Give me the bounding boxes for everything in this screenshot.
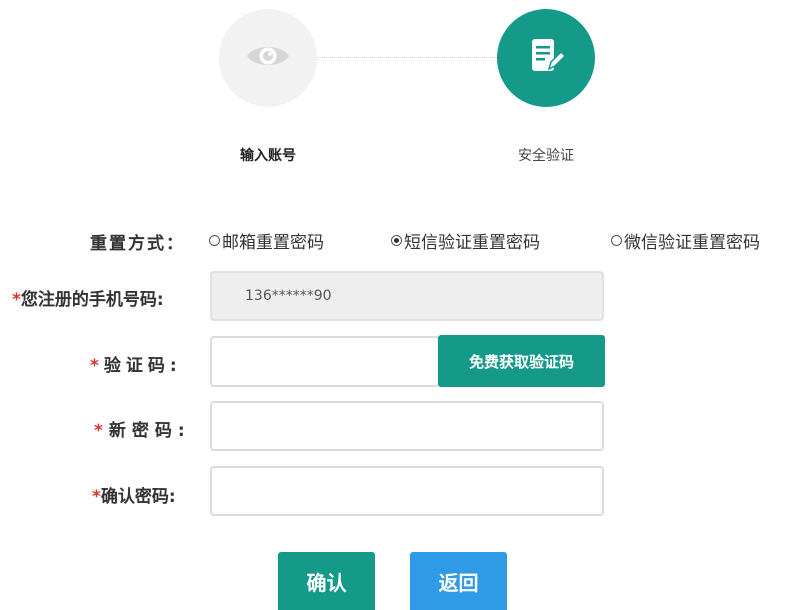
step-2-circle	[497, 9, 595, 107]
required-mark: *	[90, 356, 104, 376]
radio-checked-icon	[391, 235, 402, 246]
radio-unchecked-icon	[209, 235, 220, 246]
confirm-password-label-text: 确认密码:	[100, 487, 176, 507]
step-1-circle	[219, 9, 317, 107]
step-2-label: 安全验证	[518, 148, 574, 164]
radio-unchecked-icon	[611, 235, 622, 246]
code-label-text: 验证码:	[103, 356, 182, 376]
step-connector	[317, 57, 497, 58]
new-password-label: *新密码:	[94, 416, 191, 441]
code-label: *验证码:	[90, 351, 182, 376]
required-mark: *	[92, 487, 101, 507]
get-code-button[interactable]: 免费获取验证码	[438, 335, 605, 387]
document-edit-icon	[528, 36, 567, 80]
new-password-label-text: 新密码:	[108, 421, 191, 441]
new-password-input[interactable]	[210, 401, 604, 451]
confirm-button[interactable]: 确认	[278, 552, 375, 610]
reset-mode-label: 重置方式：	[90, 234, 185, 254]
step-1-label: 输入账号	[240, 148, 296, 164]
radio-sms-reset[interactable]: 短信验证重置密码	[391, 228, 540, 253]
eye-icon	[245, 41, 291, 75]
radio-wechat-reset-label: 微信验证重置密码	[624, 233, 760, 253]
confirm-password-input[interactable]	[210, 466, 604, 516]
required-mark: *	[94, 421, 109, 441]
phone-label-text: 您注册的手机号码:	[20, 290, 164, 310]
radio-wechat-reset[interactable]: 微信验证重置密码	[611, 228, 760, 253]
code-input[interactable]	[210, 336, 440, 387]
radio-sms-reset-label: 短信验证重置密码	[404, 233, 540, 253]
phone-label: *您注册的手机号码:	[12, 285, 164, 310]
phone-field: 136******90	[210, 271, 604, 321]
confirm-password-label: *确认密码:	[92, 482, 176, 507]
required-mark: *	[12, 290, 21, 310]
radio-email-reset[interactable]: 邮箱重置密码	[209, 228, 324, 253]
radio-email-reset-label: 邮箱重置密码	[222, 233, 324, 253]
back-button[interactable]: 返回	[410, 552, 507, 610]
